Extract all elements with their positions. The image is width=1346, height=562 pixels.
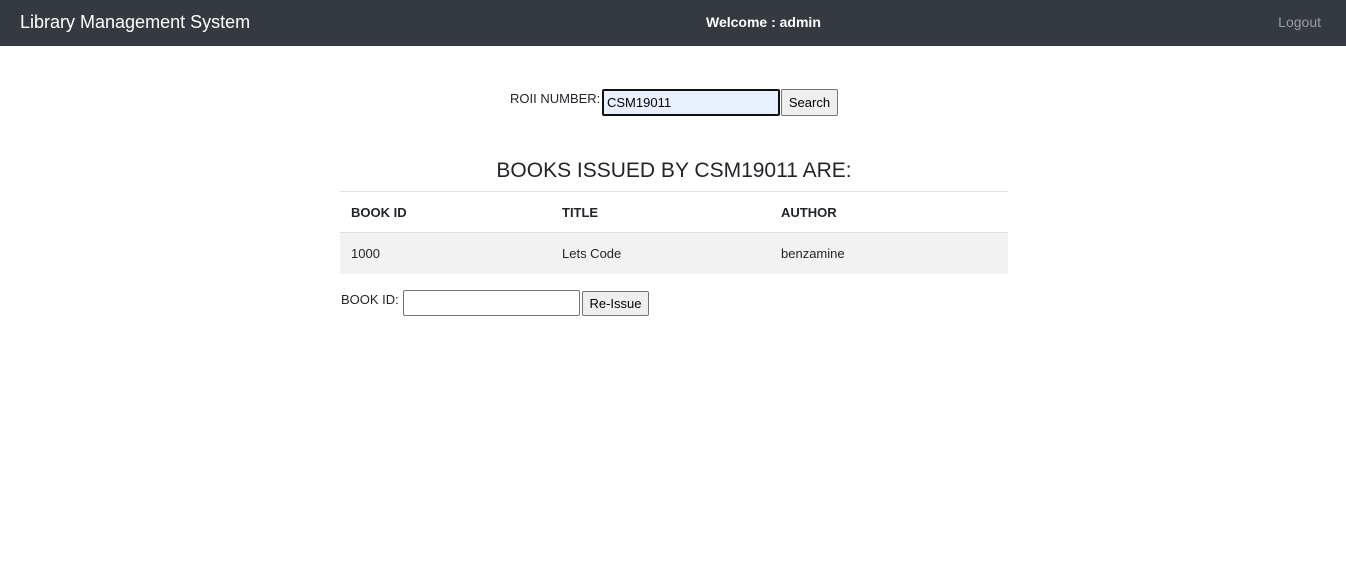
brand-title[interactable]: Library Management System — [20, 11, 250, 33]
column-header-book-id: BOOK ID — [340, 191, 551, 233]
cell-title: Lets Code — [562, 245, 622, 261]
reissue-button[interactable]: Re-Issue — [582, 291, 649, 316]
navbar: Library Management System Welcome : admi… — [0, 0, 1346, 46]
column-header-title: TITLE — [551, 191, 770, 233]
roll-number-input[interactable] — [602, 89, 780, 116]
page-title: BOOKS ISSUED BY CSM19011 ARE: — [496, 159, 852, 182]
search-button[interactable]: Search — [781, 89, 838, 116]
welcome-text: Welcome : admin — [706, 14, 821, 30]
roll-number-label: ROII NUMBER: — [510, 91, 601, 106]
logout-link[interactable]: Logout — [1278, 13, 1321, 31]
column-header-author: AUTHOR — [770, 191, 1008, 233]
cell-author: benzamine — [781, 245, 845, 261]
book-id-label: BOOK ID: — [341, 292, 399, 307]
table-row: 1000 Lets Code benzamine — [340, 232, 1008, 274]
issued-books-table: BOOK ID TITLE AUTHOR 1000 Lets Code benz… — [340, 191, 1008, 274]
cell-book-id: 1000 — [351, 245, 380, 261]
book-id-input[interactable] — [403, 290, 580, 316]
table-header-row: BOOK ID TITLE AUTHOR — [340, 191, 1008, 233]
